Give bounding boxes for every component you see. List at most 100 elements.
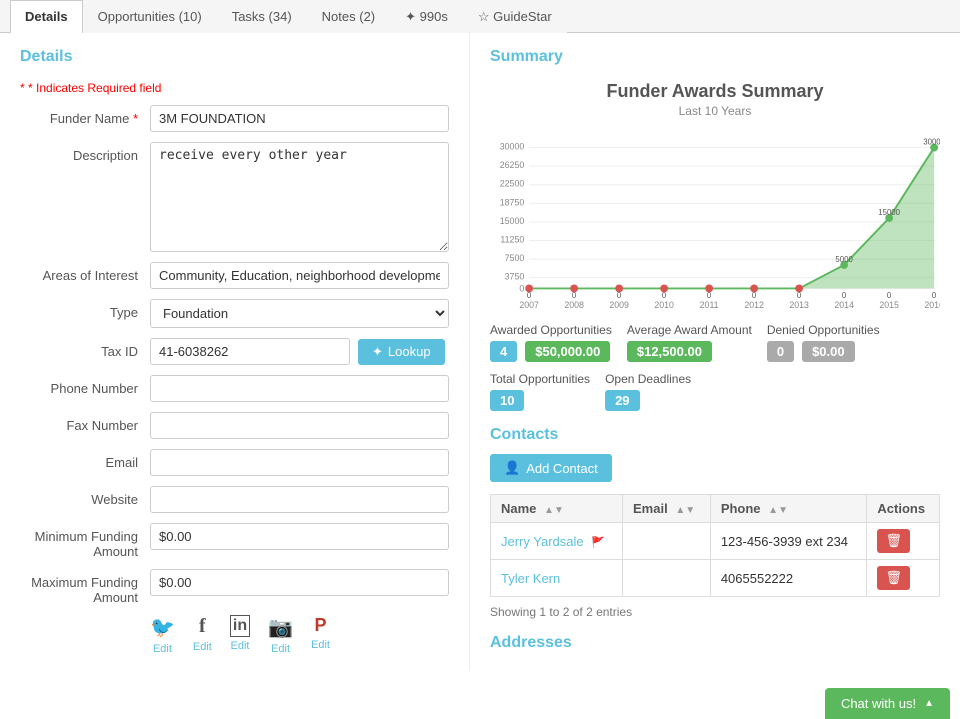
pinterest-icon: P — [314, 615, 326, 636]
awarded-amount: $50,000.00 — [525, 341, 610, 362]
awarded-values: 4 $50,000.00 — [490, 341, 612, 362]
svg-text:2012: 2012 — [744, 300, 764, 308]
tab-notes[interactable]: Notes (2) — [307, 0, 390, 33]
svg-text:15000: 15000 — [500, 216, 525, 226]
twitter-edit-link[interactable]: Edit — [153, 643, 172, 655]
tabs-container: Details Opportunities (10) Tasks (34) No… — [0, 0, 960, 33]
contact-actions-cell-2: 🗑 — [867, 560, 940, 597]
col-actions: Actions — [867, 495, 940, 523]
min-funding-label: Minimum FundingAmount — [20, 523, 150, 559]
social-row: 🐦 Edit f Edit in Edit 📷 Edit P Edit — [150, 615, 449, 655]
tax-id-group: ✦ Lookup — [150, 338, 445, 365]
delete-contact-button-1[interactable]: 🗑 — [877, 529, 910, 553]
email-input[interactable] — [150, 449, 449, 476]
pinterest-edit-link[interactable]: Edit — [311, 639, 330, 651]
svg-text:26250: 26250 — [500, 160, 525, 170]
description-input[interactable]: receive every other year — [150, 142, 449, 252]
max-funding-row: Maximum FundingAmount — [20, 569, 449, 605]
website-label: Website — [20, 486, 150, 507]
tab-990s[interactable]: ✦ 990s — [390, 0, 463, 33]
name-sort-icon: ▲▼ — [544, 505, 564, 516]
required-star: * — [20, 81, 25, 95]
total-label: Total Opportunities — [490, 372, 590, 386]
flag-icon-1: 🚩 — [591, 537, 605, 549]
average-values: $12,500.00 — [627, 341, 752, 362]
person-icon: 👤 — [504, 460, 520, 476]
website-row: Website — [20, 486, 449, 513]
tax-id-label: Tax ID — [20, 338, 150, 359]
contact-phone-cell-1: 123-456-3939 ext 234 — [710, 523, 867, 560]
tab-details[interactable]: Details — [10, 0, 83, 33]
areas-input[interactable] — [150, 262, 449, 289]
svg-text:3750: 3750 — [505, 272, 525, 282]
chat-widget[interactable]: Chat with us! ▲ — [825, 688, 950, 719]
svg-text:2010: 2010 — [654, 300, 674, 308]
linkedin-edit-link[interactable]: Edit — [231, 640, 250, 652]
average-group: Average Award Amount $12,500.00 — [627, 323, 752, 362]
col-email[interactable]: Email ▲▼ — [623, 495, 711, 523]
svg-text:5000: 5000 — [835, 255, 853, 264]
add-contact-button[interactable]: 👤 Add Contact — [490, 454, 612, 482]
awarded-group: Awarded Opportunities 4 $50,000.00 — [490, 323, 612, 362]
contact-name-cell-2: Tyler Kern — [491, 560, 623, 597]
col-phone[interactable]: Phone ▲▼ — [710, 495, 867, 523]
instagram-edit-link[interactable]: Edit — [271, 643, 290, 655]
funder-name-input[interactable] — [150, 105, 449, 132]
awards-chart: 30000 26250 22500 18750 15000 11250 7500… — [490, 128, 940, 308]
linkedin-icon: in — [230, 615, 250, 637]
funder-name-label: Funder Name * — [20, 105, 150, 126]
average-amount: $12,500.00 — [627, 341, 712, 362]
contact-name-link-1[interactable]: Jerry Yardsale — [501, 534, 584, 549]
svg-text:0: 0 — [752, 291, 757, 300]
svg-text:2009: 2009 — [609, 300, 629, 308]
svg-text:2014: 2014 — [834, 300, 854, 308]
social-linkedin: in Edit — [230, 615, 250, 655]
svg-text:30000: 30000 — [923, 138, 940, 147]
funder-name-required: * — [133, 111, 138, 126]
svg-text:11250: 11250 — [500, 234, 524, 244]
denied-label: Denied Opportunities — [767, 323, 880, 337]
description-label: Description — [20, 142, 150, 163]
facebook-edit-link[interactable]: Edit — [193, 641, 212, 653]
required-note: * * Indicates Required field — [20, 81, 449, 95]
contact-phone-cell-2: 4065552222 — [710, 560, 867, 597]
contact-name-link-2[interactable]: Tyler Kern — [501, 571, 560, 586]
open-count: 29 — [605, 390, 639, 411]
social-instagram: 📷 Edit — [268, 615, 293, 655]
svg-text:0: 0 — [797, 291, 802, 300]
contact-name-cell: Jerry Yardsale 🚩 — [491, 523, 623, 560]
tab-guidestar[interactable]: ☆ GuideStar — [463, 0, 567, 33]
denied-amount: $0.00 — [802, 341, 855, 362]
min-funding-input[interactable] — [150, 523, 449, 550]
social-twitter: 🐦 Edit — [150, 615, 175, 655]
lookup-button[interactable]: ✦ Lookup — [358, 339, 445, 365]
guidestar-icon: ☆ — [478, 9, 493, 24]
svg-text:2008: 2008 — [564, 300, 584, 308]
facebook-icon: f — [199, 615, 206, 638]
delete-contact-button-2[interactable]: 🗑 — [877, 566, 910, 590]
svg-text:0: 0 — [572, 291, 577, 300]
tab-opportunities[interactable]: Opportunities (10) — [83, 0, 217, 33]
twitter-icon: 🐦 — [150, 615, 175, 640]
email-label: Email — [20, 449, 150, 470]
chart-container: 30000 26250 22500 18750 15000 11250 7500… — [490, 128, 940, 308]
max-funding-input[interactable] — [150, 569, 449, 596]
tab-tasks[interactable]: Tasks (34) — [217, 0, 307, 33]
chart-subtitle: Last 10 Years — [490, 104, 940, 118]
total-group: Total Opportunities 10 — [490, 372, 590, 411]
table-row: Tyler Kern 4065552222 🗑 — [491, 560, 940, 597]
type-select[interactable]: Foundation Corporation Government Indivi… — [150, 299, 449, 328]
svg-text:22500: 22500 — [500, 179, 525, 189]
fax-input[interactable] — [150, 412, 449, 439]
denied-group: Denied Opportunities 0 $0.00 — [767, 323, 880, 362]
phone-input[interactable] — [150, 375, 449, 402]
right-panel: Summary Funder Awards Summary Last 10 Ye… — [470, 33, 960, 670]
email-row: Email — [20, 449, 449, 476]
awarded-count: 4 — [490, 341, 517, 362]
tax-id-input[interactable] — [150, 338, 350, 365]
contact-email-cell-1 — [623, 523, 711, 560]
social-facebook: f Edit — [193, 615, 212, 655]
website-input[interactable] — [150, 486, 449, 513]
col-name[interactable]: Name ▲▼ — [491, 495, 623, 523]
open-label: Open Deadlines — [605, 372, 691, 386]
